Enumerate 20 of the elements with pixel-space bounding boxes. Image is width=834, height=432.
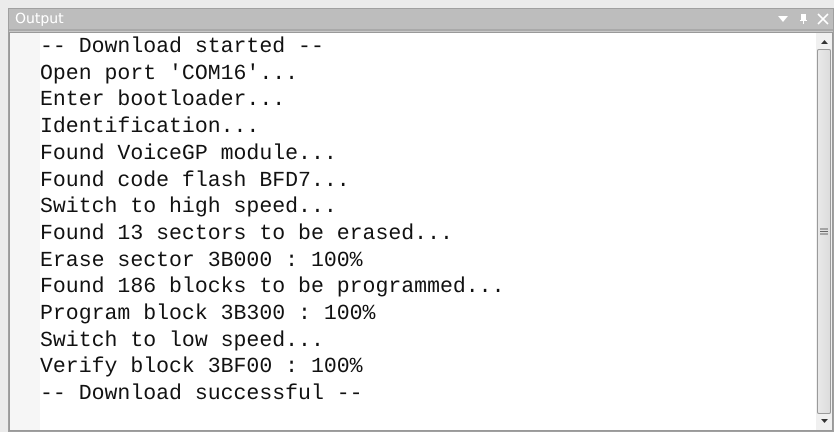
scrollbar-thumb[interactable] — [817, 49, 831, 414]
pin-icon[interactable] — [797, 13, 809, 25]
output-line: Switch to low speed... — [40, 328, 324, 354]
output-line: Found code flash BFD7... — [40, 168, 350, 194]
close-icon[interactable] — [817, 13, 829, 25]
grip-icon — [820, 228, 828, 235]
output-line: Erase sector 3B000 : 100% — [40, 248, 363, 274]
output-line: Found 186 blocks to be programmed... — [40, 274, 504, 302]
output-line: Open port 'COM16'... — [40, 60, 298, 88]
output-line: Found VoiceGP module... — [40, 140, 337, 168]
output-line: -- Download successful -- — [40, 381, 363, 408]
output-line: Verify block 3BF00 : 100% — [40, 354, 363, 382]
vertical-scrollbar[interactable] — [816, 33, 832, 430]
output-line: Enter bootloader... — [40, 87, 286, 114]
panel-title: Output — [15, 10, 65, 28]
output-line: Found 13 sectors to be erased... — [40, 220, 453, 248]
output-line: Switch to high speed... — [40, 194, 337, 221]
output-line: Program block 3B300 : 100% — [40, 301, 376, 328]
output-line: Identification... — [40, 114, 260, 141]
output-line: -- Download started -- — [40, 34, 324, 61]
